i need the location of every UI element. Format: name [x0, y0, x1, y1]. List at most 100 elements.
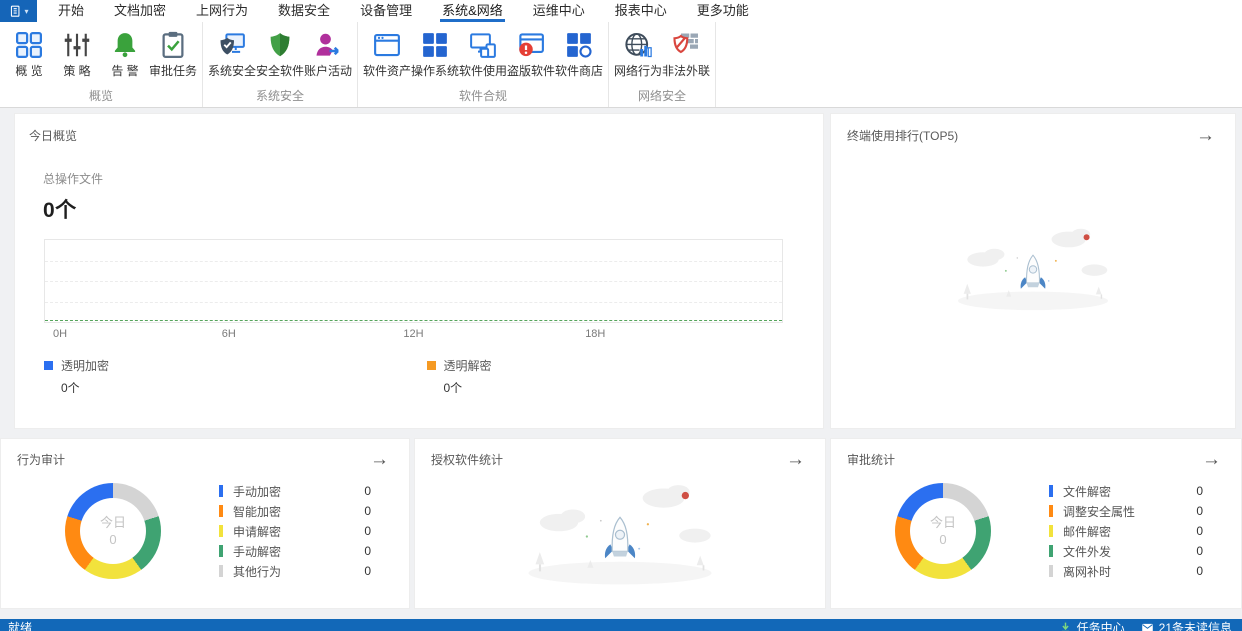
legend-label: 智能加密 — [233, 504, 282, 519]
card-title: 终端使用排行(TOP5) — [847, 129, 959, 143]
donut-center: 今日 0 — [80, 498, 146, 564]
envelope-icon — [1141, 623, 1153, 631]
software-store-icon — [564, 30, 594, 60]
menu-tab[interactable]: 文档加密 — [99, 0, 181, 22]
gridline — [45, 281, 782, 282]
legend-value: 0 — [364, 564, 371, 578]
card-title: 授权软件统计 — [431, 453, 504, 467]
statusbar: 就绪 任务中心 21条未读信息 — [0, 619, 1242, 631]
ribbon-button-illegal-connection[interactable]: 非法外联 — [662, 26, 710, 83]
legend-label: 调整安全属性 — [1063, 504, 1136, 519]
chart-plot-area — [44, 239, 783, 323]
alert-bell-icon — [110, 30, 140, 60]
legend-label: 其他行为 — [233, 564, 282, 579]
chart-legend: 透明加密 0个 透明解密 0个 — [44, 357, 809, 396]
arrow-right-icon[interactable]: → — [782, 450, 809, 469]
software-usage-devices-icon — [468, 30, 498, 60]
security-software-shield-icon — [265, 30, 295, 60]
legend-label: 文件解密 — [1063, 484, 1112, 499]
menu-tab[interactable]: 报表中心 — [600, 0, 682, 22]
menu-tab[interactable]: 运维中心 — [518, 0, 600, 22]
ribbon-toolbar: 概 览 策 略 告 警 审批任务 概览 系统安全 安全软件 账户活动 系统安全 … — [0, 22, 1242, 108]
network-behavior-globe-icon — [623, 30, 653, 60]
total-files-metric: 总操作文件 0个 — [43, 170, 809, 224]
ribbon-button-label: 策 略 — [63, 64, 91, 78]
system-security-shield-monitor-icon — [217, 30, 247, 60]
ribbon-button-network-behavior[interactable]: 网络行为 — [614, 26, 662, 83]
app-menu-button[interactable]: ▾ — [0, 0, 37, 22]
legend-item: 文件外发 0 — [1049, 541, 1203, 561]
card-title: 行为审计 — [17, 453, 66, 467]
legend-item: 离网补时 0 — [1049, 561, 1203, 581]
x-axis: 0H 6H 12H 18H — [44, 323, 783, 341]
legend-marker — [1049, 505, 1053, 517]
menu-tab[interactable]: 数据安全 — [263, 0, 345, 22]
legend-item: 手动解密 0 — [219, 541, 371, 561]
menu-tab[interactable]: 设备管理 — [345, 0, 427, 22]
behavior-donut-chart: 今日 0 — [65, 483, 161, 579]
ribbon-button-operating-system[interactable]: 操作系统 — [411, 26, 459, 83]
donut-center-value: 0 — [109, 532, 117, 547]
ribbon-group-system-security: 系统安全 安全软件 账户活动 系统安全 — [203, 22, 358, 107]
menubar: ▾ 开始 文档加密 上网行为 数据安全 设备管理 系统&网络 运维中心 报表中心… — [0, 0, 1242, 22]
ribbon-button-security-software[interactable]: 安全软件 — [256, 26, 304, 83]
app-document-icon — [11, 5, 20, 17]
legend-label: 邮件解密 — [1063, 524, 1112, 539]
legend-value: 0 — [364, 504, 371, 518]
legend-item: 其他行为 0 — [219, 561, 371, 581]
task-center-button[interactable]: 任务中心 — [1059, 619, 1125, 631]
ribbon-button-label: 安全软件 — [256, 64, 305, 78]
legend-item: 透明解密 0个 — [426, 357, 810, 396]
legend-value: 0 — [1196, 544, 1203, 558]
legend-item: 透明加密 0个 — [44, 357, 427, 396]
zero-series-line — [45, 320, 782, 321]
legend-value: 0 — [1196, 484, 1203, 498]
download-arrow-icon — [1061, 622, 1069, 631]
arrow-right-icon[interactable]: → — [366, 450, 393, 469]
donut-legend: 手动加密 0 智能加密 0 申请解密 0 手动解密 0 其他行为 0 — [219, 481, 371, 581]
donut-center-value: 0 — [939, 532, 947, 547]
ribbon-button-system-security[interactable]: 系统安全 — [208, 26, 256, 83]
menu-tabs: 开始 文档加密 上网行为 数据安全 设备管理 系统&网络 运维中心 报表中心 更… — [37, 0, 764, 22]
arrow-right-icon[interactable]: → — [1192, 126, 1219, 145]
legend-label: 手动加密 — [233, 484, 282, 499]
menu-tab-active[interactable]: 系统&网络 — [427, 0, 518, 22]
operating-system-squares-icon — [420, 30, 450, 60]
empty-state-illustration — [957, 228, 1109, 311]
chevron-down-icon: ▾ — [24, 6, 29, 16]
unread-messages-label: 21条未读信息 — [1158, 621, 1232, 631]
legend-marker — [219, 505, 223, 517]
task-center-label: 任务中心 — [1076, 621, 1125, 631]
ribbon-button-pirated-software[interactable]: 盗版软件 — [507, 26, 555, 83]
approval-donut-chart: 今日 0 — [895, 483, 991, 579]
menu-tab[interactable]: 上网行为 — [181, 0, 263, 22]
legend-marker — [219, 565, 223, 577]
ribbon-button-software-usage[interactable]: 软件使用 — [459, 26, 507, 83]
legend-item: 申请解密 0 — [219, 521, 371, 541]
ribbon-group-network-security: 网络行为 非法外联 网络安全 — [609, 22, 716, 107]
x-tick: 0H — [53, 328, 68, 340]
legend-item: 邮件解密 0 — [1049, 521, 1203, 541]
legend-value: 0个 — [443, 381, 463, 395]
arrow-right-icon[interactable]: → — [1198, 450, 1225, 469]
ribbon-button-policy[interactable]: 策 略 — [53, 26, 101, 83]
legend-label: 离网补时 — [1063, 564, 1112, 579]
ribbon-button-software-asset[interactable]: 软件资产 — [363, 26, 411, 83]
ribbon-button-approval-tasks[interactable]: 审批任务 — [149, 26, 197, 83]
ribbon-button-label: 告 警 — [111, 64, 139, 78]
donut-legend: 文件解密 0 调整安全属性 0 邮件解密 0 文件外发 0 离网补时 0 — [1049, 481, 1203, 581]
menu-tab[interactable]: 开始 — [43, 0, 99, 22]
legend-value: 0 — [364, 484, 371, 498]
unread-messages-button[interactable]: 21条未读信息 — [1141, 619, 1232, 631]
legend-value: 0 — [1196, 564, 1203, 578]
ribbon-button-software-store[interactable]: 软件商店 — [555, 26, 603, 83]
legend-marker — [219, 545, 223, 557]
ribbon-button-alert[interactable]: 告 警 — [101, 26, 149, 83]
ribbon-button-account-activity[interactable]: 账户活动 — [304, 26, 352, 83]
legend-label: 手动解密 — [233, 544, 282, 559]
ribbon-button-overview[interactable]: 概 览 — [5, 26, 53, 83]
menu-tab[interactable]: 更多功能 — [682, 0, 764, 22]
x-tick: 12H — [403, 328, 424, 340]
legend-marker — [1049, 545, 1053, 557]
legend-item: 手动加密 0 — [219, 481, 371, 501]
